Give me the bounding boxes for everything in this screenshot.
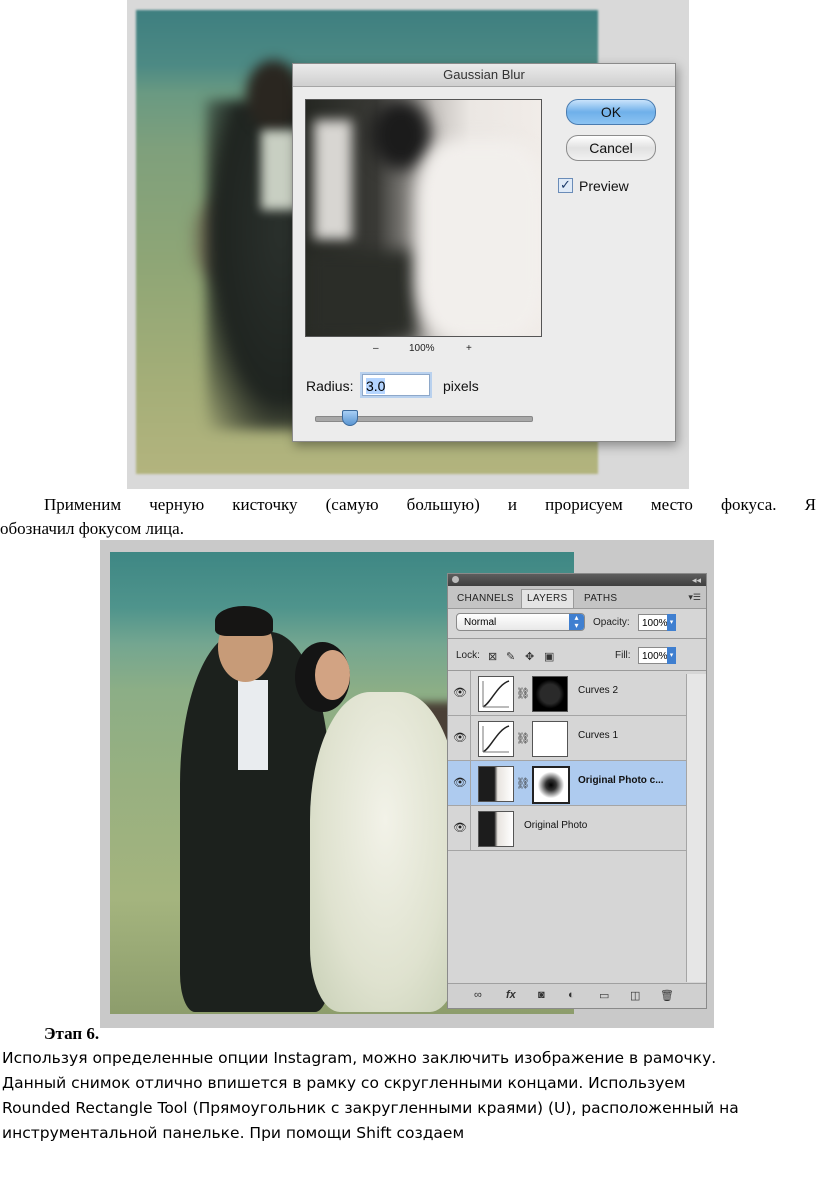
curves-adjustment-icon <box>478 721 514 757</box>
eye-icon[interactable]: 👁 <box>453 821 467 834</box>
bride-dress <box>310 692 460 1012</box>
blend-mode-value: Normal <box>464 617 497 628</box>
lock-move-icon[interactable]: ✥ <box>525 650 534 663</box>
preview-dark-area <box>306 250 416 336</box>
eye-icon[interactable]: 👁 <box>453 776 467 789</box>
lock-brush-icon[interactable]: ✎ <box>506 650 515 663</box>
radius-label: Radius: <box>306 378 354 394</box>
zoom-level: 100% <box>409 343 435 354</box>
visibility-toggle[interactable]: 👁 <box>448 671 471 715</box>
layer-row-curves-2[interactable]: 👁 ⛓ Curves 2 <box>448 671 686 716</box>
lock-transparent-icon[interactable]: ⊠ <box>488 650 497 663</box>
gaussian-blur-dialog: Gaussian Blur – 100% + OK Cancel ✓ Previ… <box>292 63 676 442</box>
panel-titlebar[interactable]: ◂◂ <box>448 574 706 586</box>
adjustment-layer-icon[interactable]: ◐ <box>568 989 575 1001</box>
fill-input[interactable]: 100% ▾ <box>638 647 676 664</box>
fill-arrow-icon[interactable]: ▾ <box>667 647 676 664</box>
trash-icon[interactable]: 🗑 <box>660 989 674 1002</box>
layer-thumbnail[interactable] <box>478 811 514 847</box>
preview-label: Preview <box>579 178 629 194</box>
zoom-out-button[interactable]: – <box>373 343 379 354</box>
chain-link-icon[interactable]: ⛓ <box>516 777 530 790</box>
eye-icon[interactable]: 👁 <box>453 686 467 699</box>
curves-adjustment-icon <box>478 676 514 712</box>
zoom-in-button[interactable]: + <box>466 343 472 354</box>
layers-panel: ◂◂ CHANNELS LAYERS PATHS ▾☰ Normal ▴ ▾ Op… <box>447 573 707 1009</box>
tab-layers[interactable]: LAYERS <box>521 589 574 608</box>
lock-all-icon[interactable]: ▣ <box>544 650 554 663</box>
preview-dress <box>416 140 541 336</box>
bride-face <box>315 650 350 700</box>
preview-checkbox[interactable]: ✓ <box>558 178 573 193</box>
new-group-icon[interactable]: ▭ <box>599 989 609 1002</box>
tab-channels[interactable]: CHANNELS <box>452 590 519 608</box>
opacity-arrow-icon[interactable]: ▾ <box>667 614 676 631</box>
layer-row-original-photo[interactable]: 👁 Original Photo <box>448 806 686 851</box>
collapse-icon[interactable]: ◂◂ <box>692 574 701 586</box>
layer-mask-thumbnail[interactable] <box>532 721 568 757</box>
paragraph-2-line-1: Используя определенные опции Instagram, … <box>2 1049 717 1067</box>
fx-icon[interactable]: fx <box>506 989 516 1001</box>
layer-mask-thumbnail[interactable] <box>532 676 568 712</box>
ok-button[interactable]: OK <box>566 99 656 125</box>
panel-menu-icon[interactable]: ▾☰ <box>688 592 701 603</box>
add-mask-icon[interactable]: ◙ <box>538 989 545 1001</box>
layer-name: Curves 2 <box>578 685 619 696</box>
paragraph-2-line-4: инструментальной панельке. При помощи Sh… <box>2 1124 465 1142</box>
cancel-button[interactable]: Cancel <box>566 135 656 161</box>
radius-input[interactable]: 3.0 <box>362 374 430 396</box>
new-layer-icon[interactable]: ◫ <box>630 989 640 1002</box>
paragraph-1-line-2: обозначил фокусом лица. <box>0 519 184 538</box>
layer-name: Original Photo <box>524 820 588 831</box>
opacity-input[interactable]: 100% ▾ <box>638 614 676 631</box>
layer-mask-thumbnail[interactable] <box>532 766 570 804</box>
opacity-label: Opacity: <box>593 617 630 628</box>
layer-name: Curves 1 <box>578 730 619 741</box>
visibility-toggle[interactable]: 👁 <box>448 716 471 760</box>
layers-scrollbar[interactable] <box>686 674 706 982</box>
close-icon[interactable] <box>452 576 459 583</box>
blur-preview-pane[interactable] <box>305 99 542 337</box>
radius-slider-thumb[interactable] <box>342 410 358 426</box>
eye-icon[interactable]: 👁 <box>453 731 467 744</box>
paragraph-2-line-2: Данный снимок отлично впишется в рамку с… <box>2 1074 686 1092</box>
blend-mode-select[interactable]: Normal ▴ ▾ <box>456 613 585 631</box>
preview-shirt <box>314 120 352 240</box>
chain-link-icon[interactable]: ⛓ <box>516 687 530 700</box>
panel-tabs: CHANNELS LAYERS PATHS ▾☰ <box>448 586 706 609</box>
radius-value: 3.0 <box>366 378 386 394</box>
blend-mode-arrows-icon: ▴ ▾ <box>569 614 584 630</box>
opacity-value: 100% <box>642 618 668 629</box>
layer-name: Original Photo c... <box>578 775 664 786</box>
dialog-title: Gaussian Blur <box>293 64 675 87</box>
panel-footer: ∞ fx ◙ ◐ ▭ ◫ 🗑 <box>448 983 706 1008</box>
radius-unit: pixels <box>443 378 479 394</box>
layer-row-original-photo-copy[interactable]: 👁 ⛓ Original Photo c... <box>448 761 686 806</box>
paragraph-2-line-3: Rounded Rectangle Tool (Прямоугольник с … <box>2 1099 739 1117</box>
fill-value: 100% <box>642 651 668 662</box>
visibility-toggle[interactable]: 👁 <box>448 761 471 805</box>
link-layers-icon[interactable]: ∞ <box>474 989 482 1001</box>
chain-link-icon[interactable]: ⛓ <box>516 732 530 745</box>
tab-paths[interactable]: PATHS <box>579 590 622 608</box>
paragraph-1-line-1: Применим черную кисточку (самую большую)… <box>44 495 816 514</box>
paragraph-2: Используя определенные опции Instagram, … <box>2 1046 816 1146</box>
paragraph-1: Применим черную кисточку (самую большую)… <box>0 493 816 541</box>
visibility-toggle[interactable]: 👁 <box>448 806 471 850</box>
stage-heading: Этап 6. <box>44 1024 100 1043</box>
lock-label: Lock: <box>456 650 480 661</box>
layer-thumbnail[interactable] <box>478 766 514 802</box>
layer-row-curves-1[interactable]: 👁 ⛓ Curves 1 <box>448 716 686 761</box>
fill-label: Fill: <box>615 650 631 661</box>
groom-shirt <box>238 680 268 770</box>
divider <box>448 638 706 639</box>
preview-hair <box>371 100 431 170</box>
groom-hair <box>215 606 273 636</box>
